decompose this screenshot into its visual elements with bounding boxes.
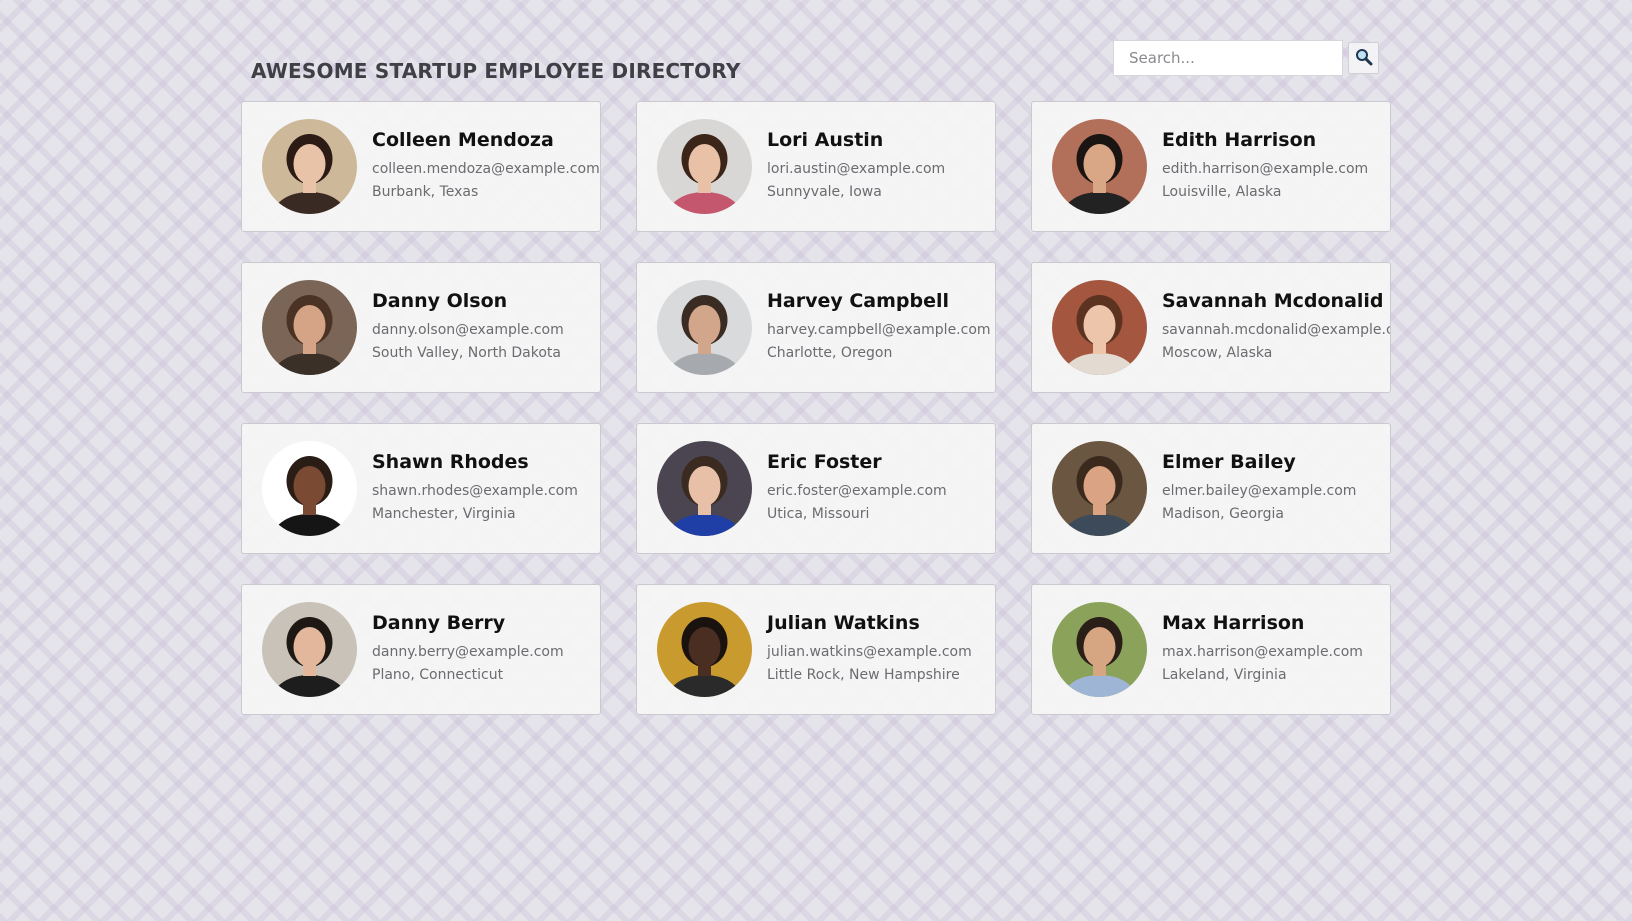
employee-name: Danny Olson (372, 290, 508, 312)
employee-email: max.harrison@example.com (1162, 644, 1363, 660)
employee-location: Little Rock, New Hampshire (767, 667, 960, 683)
employee-location: Sunnyvale, Iowa (767, 184, 882, 200)
avatar (1052, 119, 1147, 214)
employee-name: Edith Harrison (1162, 129, 1317, 151)
avatar (262, 602, 357, 697)
employee-card[interactable]: Elmer Bailey elmer.bailey@example.com Ma… (1031, 423, 1391, 554)
avatar (1052, 441, 1147, 536)
employee-name: Lori Austin (767, 129, 884, 151)
employee-location: Burbank, Texas (372, 184, 479, 200)
avatar (1052, 280, 1147, 375)
employee-card[interactable]: Danny Olson danny.olson@example.com Sout… (241, 262, 601, 393)
employee-email: savannah.mcdonalid@example.com (1162, 322, 1391, 338)
employee-name: Eric Foster (767, 451, 882, 473)
employee-card[interactable]: Julian Watkins julian.watkins@example.co… (636, 584, 996, 715)
employee-card[interactable]: Eric Foster eric.foster@example.com Utic… (636, 423, 996, 554)
employee-card[interactable]: Shawn Rhodes shawn.rhodes@example.com Ma… (241, 423, 601, 554)
employee-location: Manchester, Virginia (372, 506, 516, 522)
employee-email: lori.austin@example.com (767, 161, 946, 177)
avatar (262, 280, 357, 375)
employee-name: Max Harrison (1162, 612, 1305, 634)
employee-card[interactable]: Colleen Mendoza colleen.mendoza@example.… (241, 101, 601, 232)
avatar (657, 119, 752, 214)
employee-email: eric.foster@example.com (767, 483, 947, 499)
employee-gallery: Colleen Mendoza colleen.mendoza@example.… (241, 101, 1391, 715)
employee-name: Elmer Bailey (1162, 451, 1296, 473)
employee-email: shawn.rhodes@example.com (372, 483, 578, 499)
employee-location: Utica, Missouri (767, 506, 870, 522)
employee-email: danny.berry@example.com (372, 644, 564, 660)
employee-email: elmer.bailey@example.com (1162, 483, 1357, 499)
employee-email: danny.olson@example.com (372, 322, 564, 338)
employee-location: South Valley, North Dakota (372, 345, 561, 361)
employee-location: Plano, Connecticut (372, 667, 504, 683)
employee-location: Louisville, Alaska (1162, 184, 1282, 200)
employee-name: Colleen Mendoza (372, 129, 554, 151)
employee-name: Harvey Campbell (767, 290, 950, 312)
search-button[interactable] (1348, 42, 1379, 74)
search-form (1113, 40, 1379, 76)
employee-name: Danny Berry (372, 612, 506, 634)
employee-card[interactable]: Edith Harrison edith.harrison@example.co… (1031, 101, 1391, 232)
employee-location: Lakeland, Virginia (1162, 667, 1287, 683)
employee-card[interactable]: Harvey Campbell harvey.campbell@example.… (636, 262, 996, 393)
employee-location: Moscow, Alaska (1162, 345, 1273, 361)
avatar (1052, 602, 1147, 697)
page-title: AWESOME STARTUP EMPLOYEE DIRECTORY (251, 59, 741, 84)
avatar (657, 441, 752, 536)
avatar (657, 602, 752, 697)
avatar (657, 280, 752, 375)
employee-email: harvey.campbell@example.com (767, 322, 991, 338)
employee-email: edith.harrison@example.com (1162, 161, 1369, 177)
employee-card[interactable]: Lori Austin lori.austin@example.com Sunn… (636, 101, 996, 232)
avatar (262, 119, 357, 214)
employee-name: Savannah Mcdonalid (1162, 290, 1384, 312)
employee-card[interactable]: Max Harrison max.harrison@example.com La… (1031, 584, 1391, 715)
employee-name: Julian Watkins (767, 612, 920, 634)
search-input[interactable] (1113, 40, 1343, 76)
magnifier-icon (1355, 48, 1373, 69)
employee-email: julian.watkins@example.com (767, 644, 972, 660)
employee-location: Madison, Georgia (1162, 506, 1284, 522)
employee-card[interactable]: Danny Berry danny.berry@example.com Plan… (241, 584, 601, 715)
employee-card[interactable]: Savannah Mcdonalid savannah.mcdonalid@ex… (1031, 262, 1391, 393)
employee-name: Shawn Rhodes (372, 451, 529, 473)
employee-location: Charlotte, Oregon (767, 345, 893, 361)
employee-email: colleen.mendoza@example.com (372, 161, 600, 177)
avatar (262, 441, 357, 536)
